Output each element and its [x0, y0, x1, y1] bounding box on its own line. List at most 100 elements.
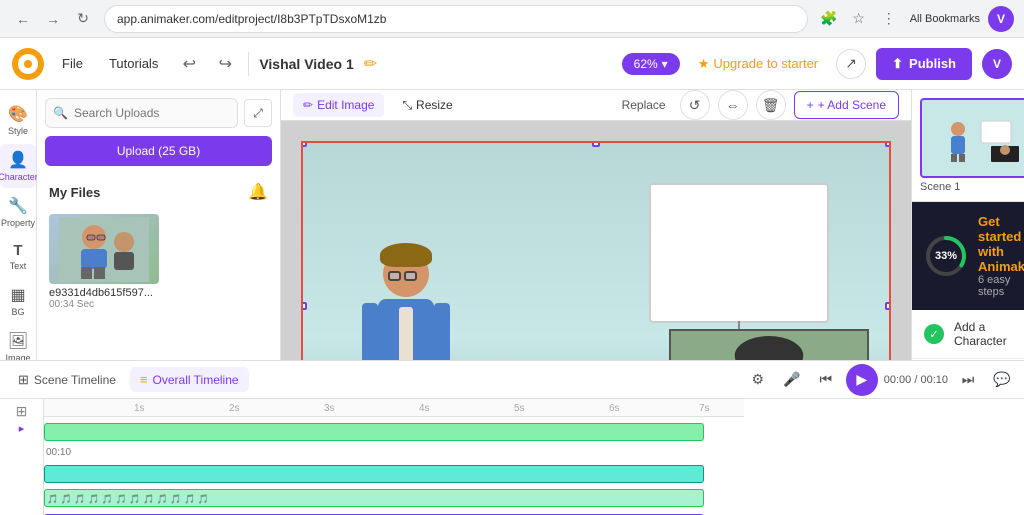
char-arm-right [434, 303, 450, 360]
mic-btn[interactable]: 🎤 [778, 366, 806, 394]
clip-main-green[interactable] [44, 423, 704, 441]
add-scene-button[interactable]: + + Add Scene [794, 91, 899, 119]
star-icon[interactable]: ☆ [846, 6, 872, 32]
zoom-dropdown-icon: ▾ [662, 57, 668, 71]
search-wrap: 🔍 [45, 98, 238, 128]
handle-tr[interactable] [885, 141, 891, 147]
clip-teal-1[interactable] [44, 465, 704, 483]
resize-button[interactable]: ⤡ Resize [392, 93, 462, 118]
address-bar[interactable]: app.animaker.com/editproject/I8b3PTpTDsx… [104, 5, 808, 33]
search-input[interactable] [45, 98, 238, 128]
person-preview [49, 214, 159, 284]
captions-btn[interactable]: 💬 [988, 366, 1016, 394]
upload-button[interactable]: Upload (25 GB) [45, 136, 272, 166]
reset-button[interactable]: ↺ [680, 90, 710, 120]
back-button[interactable]: ← [10, 6, 36, 32]
sidebar-item-character[interactable]: 👤 Character [0, 144, 36, 188]
edit-title-icon[interactable]: ✏ [364, 54, 377, 74]
overlay-person-svg [671, 329, 867, 360]
handle-tc[interactable] [592, 141, 600, 147]
flip-button[interactable]: ⇔ [718, 90, 748, 120]
undo-button[interactable]: ↩ [176, 51, 202, 77]
overlay-bg [671, 331, 867, 360]
edit-image-button[interactable]: ✏ Edit Image [293, 93, 384, 117]
overlay-video[interactable]: ✕ [669, 329, 869, 360]
upgrade-button[interactable]: ★ Upgrade to starter [690, 52, 826, 76]
canvas-area: ✏ Edit Image ⤡ Resize Replace ↺ ⇔ 🗑 + + … [281, 90, 911, 360]
bookmarks-label[interactable]: All Bookmarks [906, 6, 984, 32]
sidebar-label-character: Character [0, 172, 38, 182]
track-1 [44, 421, 744, 443]
file-menu[interactable]: File [54, 52, 91, 75]
logo-button[interactable] [12, 48, 44, 80]
sidebar-label-property: Property [1, 218, 35, 228]
refresh-button[interactable]: ↻ [70, 6, 96, 32]
skip-end-btn[interactable]: ⏭ [954, 366, 982, 394]
tl-icon-2[interactable]: ▸ [19, 422, 25, 435]
mark-7s: 7s [699, 403, 710, 414]
forward-button[interactable]: → [40, 6, 66, 32]
expand-button[interactable]: ⤢ [244, 99, 272, 127]
sidebar-label-image: Image [5, 353, 30, 360]
publish-button[interactable]: ⬆ Publish [876, 48, 972, 80]
scene-container: + Scene 1 [920, 98, 1024, 193]
star-upgrade-icon: ★ [698, 56, 710, 72]
overall-timeline-tab[interactable]: ≡ Overall Timeline [130, 367, 249, 392]
scene-timeline-tab[interactable]: ⊞ Scene Timeline [8, 367, 126, 393]
search-row: 🔍 ⤢ [45, 98, 272, 128]
char-glasses [388, 271, 417, 281]
time-row: 00:10 [44, 447, 744, 461]
user-avatar[interactable]: V [982, 49, 1012, 79]
canvas-viewport[interactable]: Vishal Shembekar [281, 121, 911, 360]
file-thumbnail[interactable]: e9331d4db615f597... 00:34 Sec [49, 214, 159, 310]
gs-check-add-character: ✓ [924, 324, 944, 344]
canvas-frame[interactable]: Vishal Shembekar [301, 141, 891, 360]
sidebar-item-image[interactable]: 🖼 Image [0, 325, 36, 360]
char-glass-right [404, 271, 417, 281]
play-button[interactable]: ▶ [846, 364, 878, 396]
gs-header: 33% Get started with Animaker 6 easy ste… [912, 202, 1024, 310]
scene-1-thumb[interactable]: + [920, 98, 1024, 178]
scene-thumb-inner [922, 100, 1024, 176]
browser-icons: 🧩 ☆ ⋮ All Bookmarks V [816, 6, 1014, 32]
sidebar-item-bg[interactable]: ▦ BG [0, 279, 36, 323]
skip-start-btn[interactable]: ⏮ [812, 366, 840, 394]
canvas-character[interactable] [378, 251, 434, 360]
tutorials-menu[interactable]: Tutorials [101, 52, 166, 75]
gs-item-add-character[interactable]: ✓ Add a Character › [912, 310, 1024, 359]
project-title: Vishal Video 1 [259, 56, 353, 72]
sidebar-item-property[interactable]: 🔧 Property [0, 190, 36, 234]
extensions-icon[interactable]: 🧩 [816, 6, 842, 32]
sidebar-item-text[interactable]: T Text [0, 236, 36, 277]
gs-title: Get started with Animaker [978, 214, 1024, 274]
canvas-whiteboard [649, 183, 829, 323]
sidebar-item-style[interactable]: 🎨 Style [0, 98, 36, 142]
timeline-right[interactable]: 1s 2s 3s 4s 5s 6s 7s [44, 399, 1024, 515]
character-icon: 👤 [8, 150, 28, 170]
search-icon: 🔍 [53, 106, 68, 120]
sidebar-label-bg: BG [11, 307, 24, 317]
mark-2s: 2s [229, 403, 240, 414]
track-teal-2: 🎵 🎵 🎵 🎵 🎵 🎵 🎵 🎵 🎵 🎵 🎵 🎵 [44, 487, 744, 509]
more-icon[interactable]: ⋮ [876, 6, 902, 32]
share-button[interactable]: ↗ [836, 49, 866, 79]
char-shirt [399, 307, 413, 360]
file-duration: 00:34 Sec [49, 299, 159, 310]
url-text: app.animaker.com/editproject/I8b3PTpTDsx… [117, 12, 386, 26]
right-panel: + Scene 1 33% Get started [911, 90, 1024, 360]
zoom-control[interactable]: 62% ▾ [622, 53, 680, 75]
handle-ml[interactable] [301, 302, 307, 310]
time-00-10-label: 00:10 [46, 447, 71, 458]
upgrade-label: Upgrade to starter [713, 56, 818, 71]
redo-button[interactable]: ↪ [212, 51, 238, 77]
clip-teal-2[interactable]: 🎵 🎵 🎵 🎵 🎵 🎵 🎵 🎵 🎵 🎵 🎵 🎵 [44, 489, 704, 507]
handle-tl[interactable] [301, 141, 307, 147]
timeline-ruler: 1s 2s 3s 4s 5s 6s 7s [44, 399, 744, 417]
plus-icon: + [807, 98, 814, 112]
tl-icon-1[interactable]: ⊞ [16, 403, 28, 420]
delete-button[interactable]: 🗑 [756, 90, 786, 120]
settings-timeline-btn[interactable]: ⚙ [744, 366, 772, 394]
style-icon: 🎨 [8, 104, 28, 124]
handle-mr[interactable] [885, 302, 891, 310]
mark-6s: 6s [609, 403, 620, 414]
